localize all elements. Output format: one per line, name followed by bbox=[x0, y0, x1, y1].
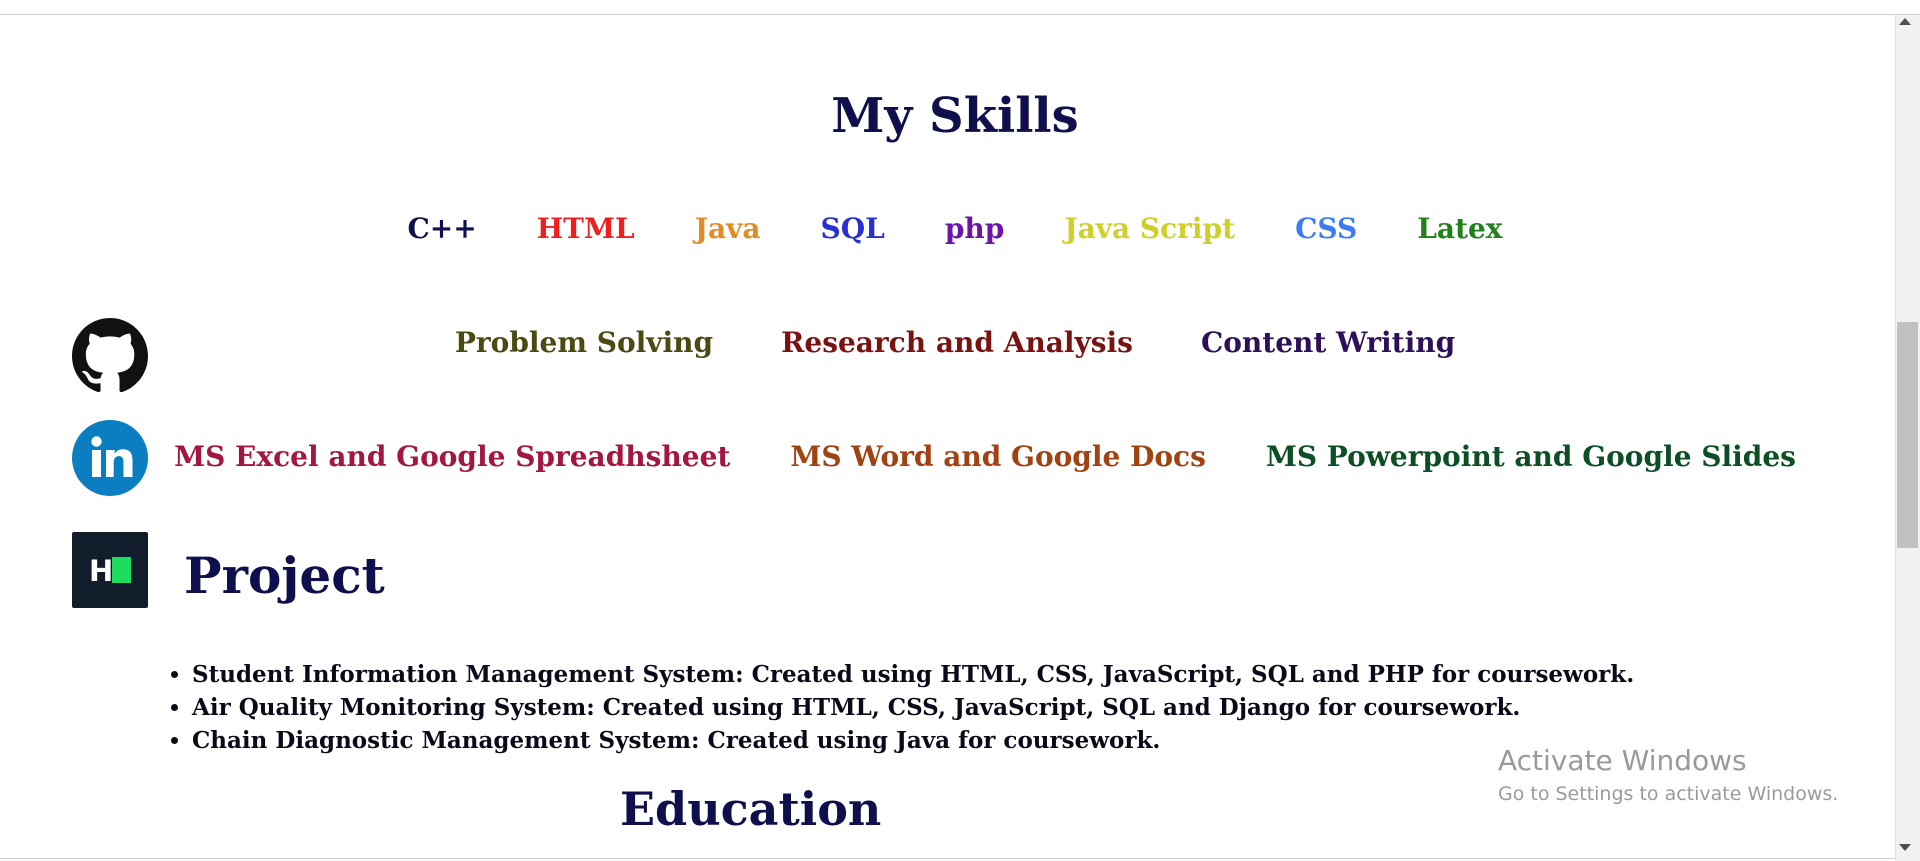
scroll-down-arrow-icon[interactable] bbox=[1899, 844, 1911, 851]
skills-heading: My Skills bbox=[831, 88, 1079, 144]
svg-text:H: H bbox=[89, 555, 113, 585]
project-item: Chain Diagnostic Management System: Crea… bbox=[192, 724, 1634, 757]
scroll-up-arrow-icon[interactable] bbox=[1899, 18, 1911, 25]
project-heading: Project bbox=[184, 546, 385, 605]
project-item: Air Quality Monitoring System: Created u… bbox=[192, 691, 1634, 724]
skill-php: php bbox=[944, 212, 1005, 245]
skills-row-office: MS Excel and Google Spreadhsheet MS Word… bbox=[30, 440, 1895, 473]
github-icon bbox=[72, 318, 148, 394]
skill-html: HTML bbox=[536, 212, 635, 245]
scrollbar-thumb[interactable] bbox=[1897, 322, 1918, 548]
activate-windows-watermark: Activate Windows Go to Settings to activ… bbox=[1498, 743, 1838, 809]
skill-research-analysis: Research and Analysis bbox=[781, 326, 1133, 359]
portfolio-page: My Skills C++ HTML Java SQL php Java Scr… bbox=[0, 16, 1895, 858]
skill-css: CSS bbox=[1295, 212, 1358, 245]
skill-ms-excel: MS Excel and Google Spreadhsheet bbox=[174, 440, 731, 473]
hackerrank-icon: H bbox=[89, 555, 131, 585]
skills-row-soft: Problem Solving Research and Analysis Co… bbox=[0, 326, 1895, 359]
skill-javascript: Java Script bbox=[1064, 212, 1236, 245]
watermark-title: Activate Windows bbox=[1498, 744, 1747, 777]
window-top-edge bbox=[0, 0, 1920, 15]
github-link[interactable] bbox=[72, 318, 148, 394]
linkedin-icon bbox=[72, 420, 148, 496]
linkedin-link[interactable] bbox=[72, 420, 148, 496]
skill-latex: Latex bbox=[1417, 212, 1503, 245]
skill-ms-powerpoint: MS Powerpoint and Google Slides bbox=[1265, 440, 1796, 473]
window-bottom-edge bbox=[0, 858, 1895, 859]
education-heading: Education bbox=[620, 782, 882, 836]
project-item: Student Information Management System: C… bbox=[192, 658, 1634, 691]
skill-content-writing: Content Writing bbox=[1200, 326, 1456, 359]
watermark-subtitle: Go to Settings to activate Windows. bbox=[1498, 783, 1839, 805]
skill-problem-solving: Problem Solving bbox=[454, 326, 714, 359]
project-list: Student Information Management System: C… bbox=[192, 658, 1634, 757]
hackerrank-link[interactable]: H bbox=[72, 532, 148, 608]
skill-sql: SQL bbox=[820, 212, 885, 245]
skill-ms-word: MS Word and Google Docs bbox=[790, 440, 1206, 473]
skill-cpp: C++ bbox=[407, 212, 477, 245]
skills-row-languages: C++ HTML Java SQL php Java Script CSS La… bbox=[0, 212, 1895, 245]
skill-java: Java bbox=[694, 212, 761, 245]
